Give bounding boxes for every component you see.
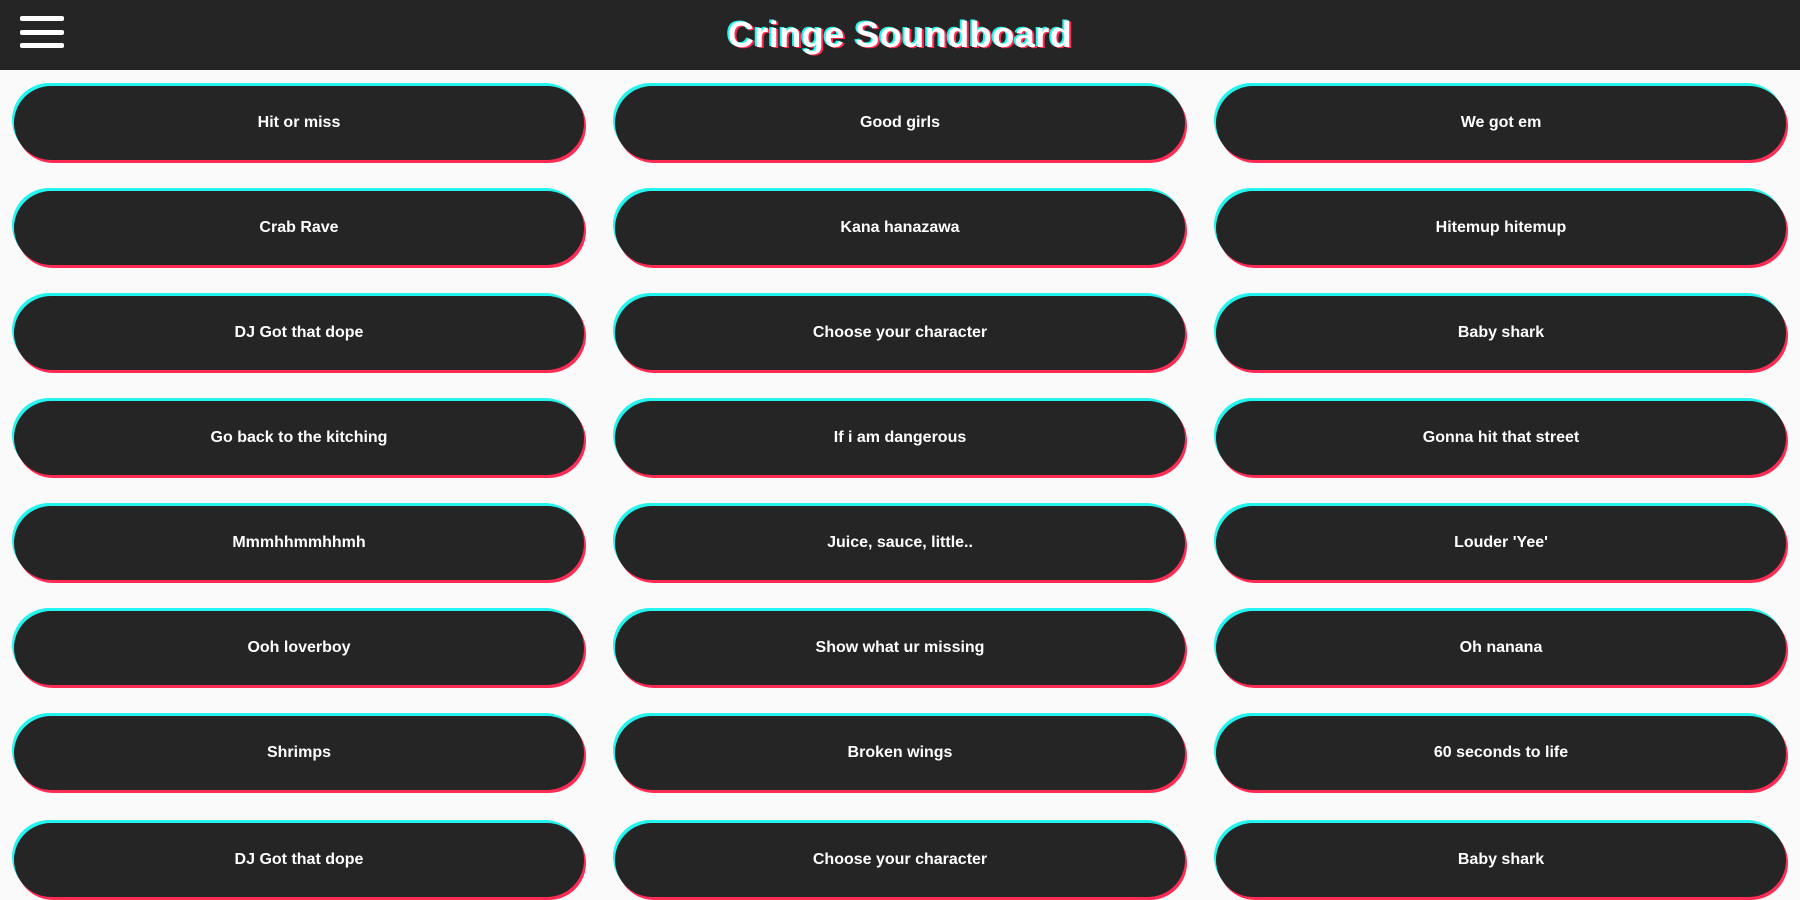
hamburger-menu-icon[interactable] <box>20 14 64 50</box>
menu-line <box>20 29 64 35</box>
sound-button-hitemup-hitemup[interactable]: Hitemup hitemup <box>1216 191 1786 265</box>
sound-button-hit-or-miss[interactable]: Hit or miss <box>14 86 584 160</box>
sound-button-juice-sauce-little[interactable]: Juice, sauce, little.. <box>615 506 1185 580</box>
sound-button-baby-shark[interactable]: Baby shark <box>1216 296 1786 370</box>
sound-button-dj-got-that-dope[interactable]: DJ Got that dope <box>14 296 584 370</box>
sound-button-kana-hanazawa[interactable]: Kana hanazawa <box>615 191 1185 265</box>
sound-button-louder-yee[interactable]: Louder 'Yee' <box>1216 506 1786 580</box>
sound-button-gonna-hit-that-street[interactable]: Gonna hit that street <box>1216 401 1786 475</box>
sound-button-oh-nanana[interactable]: Oh nanana <box>1216 611 1786 685</box>
sound-button-dj-got-that-dope-2[interactable]: DJ Got that dope <box>14 823 584 897</box>
app-root: Cringe Soundboard Hit or miss Good girls… <box>0 0 1800 900</box>
sound-button-broken-wings[interactable]: Broken wings <box>615 716 1185 790</box>
sound-button-choose-your-character-2[interactable]: Choose your character <box>615 823 1185 897</box>
sound-button-show-what-ur-missing[interactable]: Show what ur missing <box>615 611 1185 685</box>
sound-button-choose-your-character[interactable]: Choose your character <box>615 296 1185 370</box>
sound-button-shrimps[interactable]: Shrimps <box>14 716 584 790</box>
top-app-bar: Cringe Soundboard <box>0 0 1800 70</box>
sound-button-mmmhhmmhhmh[interactable]: Mmmhhmmhhmh <box>14 506 584 580</box>
sound-button-if-i-am-dangerous[interactable]: If i am dangerous <box>615 401 1185 475</box>
sound-button-go-back-to-the-kitching[interactable]: Go back to the kitching <box>14 401 584 475</box>
sound-button-grid: Hit or miss Good girls We got em Crab Ra… <box>14 86 1786 897</box>
sound-button-baby-shark-2[interactable]: Baby shark <box>1216 823 1786 897</box>
menu-line <box>20 43 64 48</box>
app-title: Cringe Soundboard <box>727 14 1073 55</box>
menu-line <box>20 16 64 21</box>
sound-button-60-seconds-to-life[interactable]: 60 seconds to life <box>1216 716 1786 790</box>
sound-button-crab-rave[interactable]: Crab Rave <box>14 191 584 265</box>
sound-button-we-got-em[interactable]: We got em <box>1216 86 1786 160</box>
sound-button-good-girls[interactable]: Good girls <box>615 86 1185 160</box>
sound-button-ooh-loverboy[interactable]: Ooh loverboy <box>14 611 584 685</box>
